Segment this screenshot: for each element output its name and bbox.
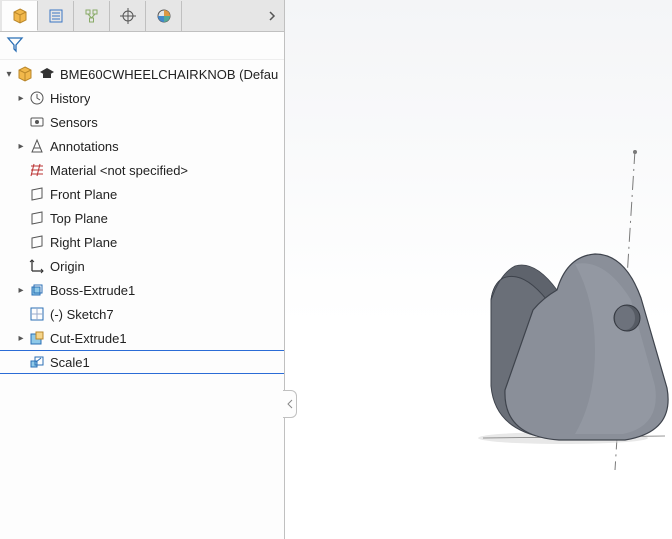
tree-filter-bar bbox=[0, 32, 284, 60]
tab-display-manager[interactable] bbox=[146, 1, 182, 31]
target-icon bbox=[119, 7, 137, 25]
sensors-icon bbox=[28, 113, 46, 131]
part-icon bbox=[16, 65, 34, 83]
tree-node-cut-extrude1[interactable]: ▸ Cut-Extrude1 bbox=[0, 326, 284, 350]
tab-feature-tree[interactable] bbox=[2, 1, 38, 31]
part-model-render bbox=[455, 140, 672, 480]
tab-configuration-manager[interactable] bbox=[74, 1, 110, 31]
panel-splitter-handle[interactable] bbox=[283, 390, 297, 418]
tree-label: Top Plane bbox=[50, 211, 108, 226]
list-icon bbox=[47, 7, 65, 25]
sketch-icon bbox=[28, 305, 46, 323]
tree-label: Right Plane bbox=[50, 235, 117, 250]
tree-label: Scale1 bbox=[50, 355, 90, 370]
tree-label: Sensors bbox=[50, 115, 98, 130]
origin-icon bbox=[28, 257, 46, 275]
caret-right-icon[interactable]: ▸ bbox=[14, 141, 28, 152]
tree-root-part[interactable]: ▾ BME60CWHEELCHAIRKNOB (Defau bbox=[0, 62, 284, 86]
tree-node-annotations[interactable]: ▸ Annotations bbox=[0, 134, 284, 158]
tree-label: Front Plane bbox=[50, 187, 117, 202]
plane-icon bbox=[28, 185, 46, 203]
feature-tree: ▾ BME60CWHEELCHAIRKNOB (Defau ▸ History … bbox=[0, 60, 284, 539]
tree-label: (-) Sketch7 bbox=[50, 307, 114, 322]
caret-right-icon[interactable]: ▸ bbox=[14, 285, 28, 296]
tree-label: History bbox=[50, 91, 90, 106]
tree-root-label: BME60CWHEELCHAIRKNOB (Defau bbox=[60, 67, 278, 82]
caret-right-icon[interactable]: ▸ bbox=[14, 333, 28, 344]
tree-node-history[interactable]: ▸ History bbox=[0, 86, 284, 110]
tree-node-scale1[interactable]: ▸ Scale1 bbox=[0, 350, 284, 374]
panel-tabstrip bbox=[0, 0, 284, 32]
tree-label: Material <not specified> bbox=[50, 163, 188, 178]
tree-node-sensors[interactable]: ▸ Sensors bbox=[0, 110, 284, 134]
panel-expand-chevron[interactable] bbox=[262, 1, 282, 31]
scale-icon bbox=[28, 353, 46, 371]
feature-manager-panel: ▾ BME60CWHEELCHAIRKNOB (Defau ▸ History … bbox=[0, 0, 285, 539]
tree-node-sketch7[interactable]: ▸ (-) Sketch7 bbox=[0, 302, 284, 326]
graduation-cap-icon bbox=[38, 65, 56, 83]
tree-node-top-plane[interactable]: ▸ Top Plane bbox=[0, 206, 284, 230]
tree-label: Origin bbox=[50, 259, 85, 274]
boss-extrude-icon bbox=[28, 281, 46, 299]
tab-property-manager[interactable] bbox=[38, 1, 74, 31]
history-icon bbox=[28, 89, 46, 107]
tree-node-right-plane[interactable]: ▸ Right Plane bbox=[0, 230, 284, 254]
chevron-right-icon bbox=[267, 11, 277, 21]
appearance-icon bbox=[155, 7, 173, 25]
tree-label: Annotations bbox=[50, 139, 119, 154]
tree-node-boss-extrude1[interactable]: ▸ Boss-Extrude1 bbox=[0, 278, 284, 302]
tree-icon bbox=[83, 7, 101, 25]
tree-node-origin[interactable]: ▸ Origin bbox=[0, 254, 284, 278]
chevron-left-icon bbox=[287, 399, 293, 409]
plane-icon bbox=[28, 209, 46, 227]
tab-dimxpert[interactable] bbox=[110, 1, 146, 31]
tree-node-material[interactable]: ▸ Material <not specified> bbox=[0, 158, 284, 182]
tree-label: Cut-Extrude1 bbox=[50, 331, 127, 346]
caret-down-icon[interactable]: ▾ bbox=[2, 69, 16, 80]
tree-label: Boss-Extrude1 bbox=[50, 283, 135, 298]
material-icon bbox=[28, 161, 46, 179]
filter-icon[interactable] bbox=[6, 35, 24, 56]
caret-right-icon[interactable]: ▸ bbox=[14, 93, 28, 104]
plane-icon bbox=[28, 233, 46, 251]
graphics-viewport[interactable] bbox=[285, 0, 672, 539]
annotations-icon bbox=[28, 137, 46, 155]
cube-icon bbox=[11, 7, 29, 25]
cut-extrude-icon bbox=[28, 329, 46, 347]
tree-node-front-plane[interactable]: ▸ Front Plane bbox=[0, 182, 284, 206]
